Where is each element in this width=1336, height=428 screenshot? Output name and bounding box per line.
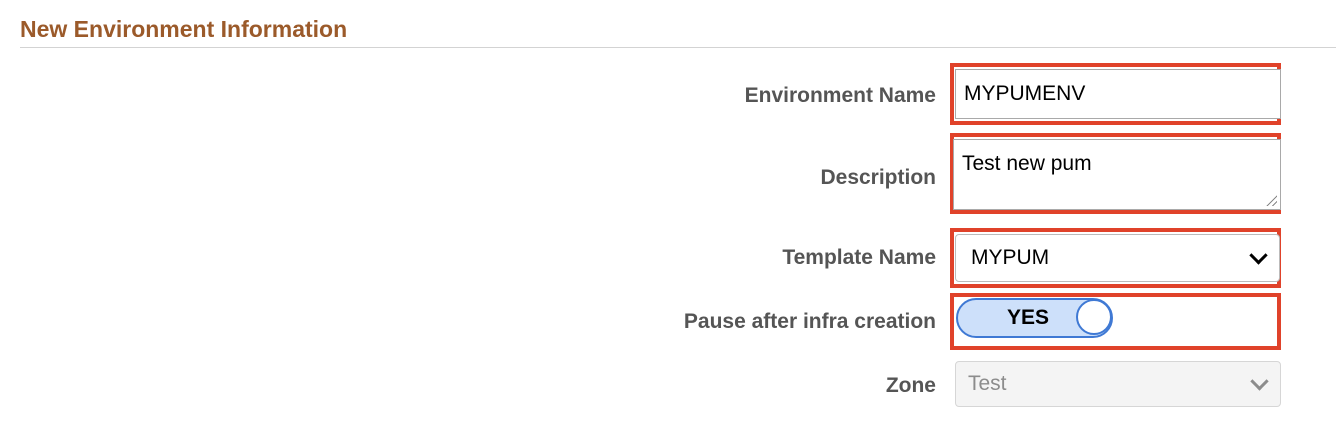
section-divider — [20, 47, 1336, 48]
chevron-down-icon — [1250, 372, 1269, 391]
zone-select: Test — [955, 361, 1281, 407]
environment-name-input[interactable] — [955, 69, 1281, 119]
section-title: New Environment Information — [20, 16, 348, 42]
zone-value: Test — [968, 372, 1007, 395]
description-label: Description — [820, 166, 936, 189]
description-textarea[interactable]: Test new pum — [953, 139, 1281, 210]
environment-name-label: Environment Name — [744, 84, 936, 107]
template-name-label: Template Name — [782, 246, 936, 269]
resize-handle-icon[interactable] — [1265, 194, 1277, 206]
template-name-select[interactable]: MYPUM — [955, 234, 1280, 282]
toggle-knob[interactable] — [1076, 299, 1112, 335]
pause-after-infra-toggle[interactable]: YES — [956, 298, 1113, 338]
pause-after-infra-label: Pause after infra creation — [683, 310, 936, 333]
zone-label: Zone — [885, 374, 936, 397]
chevron-down-icon — [1249, 246, 1268, 265]
template-name-value: MYPUM — [971, 246, 1050, 269]
